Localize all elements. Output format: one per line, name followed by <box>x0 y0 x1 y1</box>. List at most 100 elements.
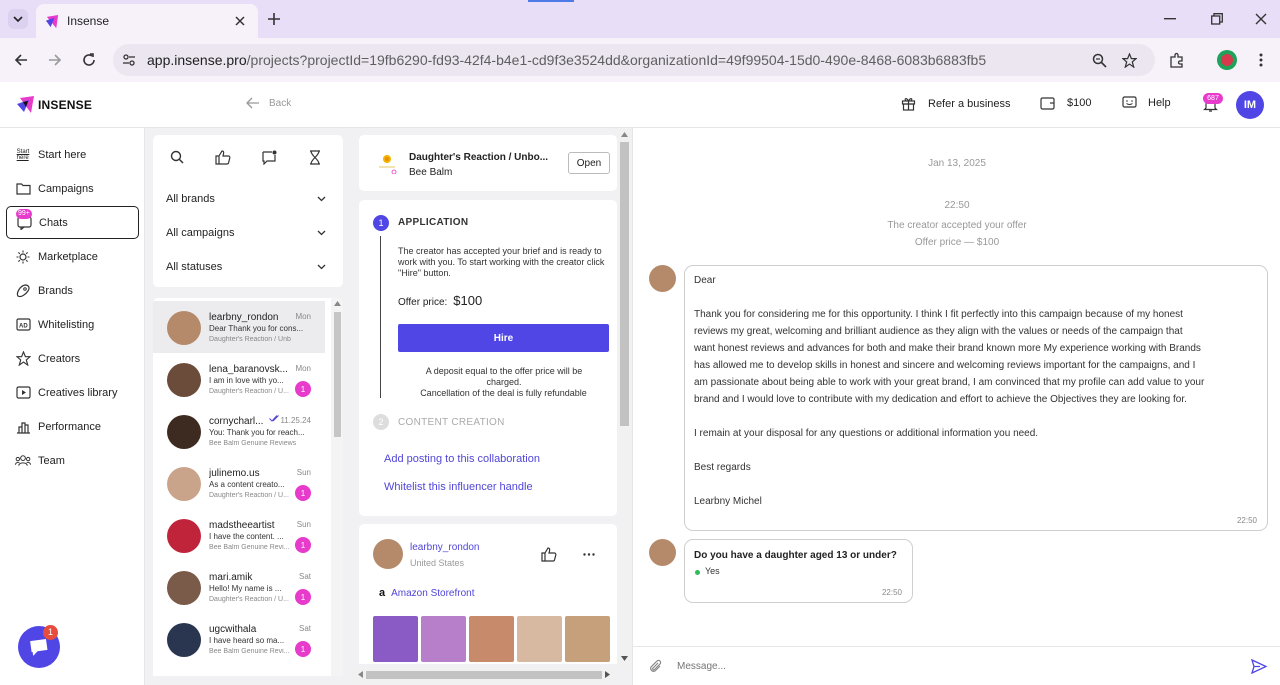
insense-favicon-icon <box>44 13 60 29</box>
omnibox[interactable]: app.insense.pro/projects?projectId=19fb6… <box>113 44 1155 76</box>
sidebar-item-start-here[interactable]: Start here Start here <box>6 138 139 171</box>
details-horizontal-scrollbar[interactable] <box>352 668 618 682</box>
chat-row[interactable]: mari.amik Sat Hello! My name is ... Daug… <box>153 561 325 613</box>
browser-tab[interactable]: Insense <box>36 4 258 38</box>
hire-button[interactable]: Hire <box>398 324 609 352</box>
step-1-number: 1 <box>373 215 389 231</box>
tab-title: Insense <box>67 14 110 28</box>
send-icon[interactable] <box>1249 656 1269 676</box>
scrollbar-thumb[interactable] <box>620 142 629 426</box>
creative-thumbnail[interactable] <box>469 616 514 662</box>
avatar <box>167 467 201 501</box>
unread-badge: 1 <box>295 589 311 605</box>
extensions-icon[interactable] <box>1166 49 1188 71</box>
campaign-details-column: Daughter's Reaction / Unbo... Bee Balm O… <box>352 128 632 685</box>
hourglass-filter-icon[interactable] <box>305 147 325 167</box>
creative-thumbnail[interactable] <box>421 616 466 662</box>
help-link[interactable]: Help <box>1122 96 1171 110</box>
campaigns-filter-select[interactable]: All campaigns <box>166 227 326 239</box>
brands-filter-select[interactable]: All brands <box>166 193 326 205</box>
message-line: Thank you for considering me for this op… <box>694 309 1183 320</box>
more-options-icon[interactable] <box>579 544 599 564</box>
message-line <box>694 408 1264 425</box>
read-check-icon <box>269 415 280 422</box>
conversation-date: Jan 13, 2025 <box>928 158 986 169</box>
chat-row[interactable]: learbny_rondon Mon Dear Thank you for co… <box>153 301 325 353</box>
chat-row[interactable]: ugcwithala Sat I have heard so ma... Bee… <box>153 613 325 665</box>
unread-filter-icon[interactable] <box>259 147 279 167</box>
chat-row[interactable]: cornycharl... 11.25.24 You: Thank you fo… <box>153 405 325 457</box>
chat-row[interactable]: lena_baranovsk... Mon I am in love with … <box>153 353 325 405</box>
sidebar-item-creators[interactable]: Creators <box>6 342 139 375</box>
scroll-right-icon <box>605 671 610 678</box>
zoom-icon[interactable] <box>1090 51 1108 69</box>
user-avatar[interactable]: IM <box>1236 91 1264 119</box>
balance-link[interactable]: $100 <box>1040 96 1091 110</box>
close-tab-icon[interactable] <box>232 13 248 29</box>
open-campaign-button[interactable]: Open <box>568 152 610 174</box>
new-tab-icon[interactable] <box>265 10 283 28</box>
creator-handle[interactable]: learbny_rondon <box>410 542 480 553</box>
scrollbar-thumb[interactable] <box>334 312 341 437</box>
tab-list-icon[interactable] <box>8 9 28 29</box>
creative-thumbnail[interactable] <box>373 616 418 662</box>
sidebar-item-campaigns[interactable]: Campaigns <box>6 172 139 205</box>
whitelist-handle-link[interactable]: Whitelist this influencer handle <box>384 481 533 493</box>
sidebar-item-team[interactable]: Team <box>6 444 139 477</box>
forward-arrow-icon[interactable] <box>45 50 65 70</box>
amazon-storefront-link[interactable]: a Amazon Storefront <box>379 587 475 599</box>
close-window-icon[interactable] <box>1251 10 1271 28</box>
cancellation-note: Cancellation of the deal is fully refund… <box>420 388 587 398</box>
sidebar: Start here Start here Campaigns Chats 99+… <box>0 128 145 685</box>
thumbs-up-filter-icon[interactable] <box>213 147 233 167</box>
sidebar-item-performance[interactable]: Performance <box>6 410 139 443</box>
minimize-icon[interactable] <box>1160 10 1180 28</box>
attachment-icon[interactable] <box>647 657 665 675</box>
sidebar-item-marketplace[interactable]: Marketplace <box>6 240 139 273</box>
bookmark-star-icon[interactable] <box>1120 51 1138 69</box>
deal-steps-card: 1 APPLICATION The creator has accepted y… <box>359 200 617 516</box>
creator-avatar <box>373 539 403 569</box>
wallet-icon <box>1040 97 1055 110</box>
chevron-down-icon <box>317 264 326 270</box>
reload-icon[interactable] <box>79 50 99 70</box>
chart-icon <box>15 419 31 435</box>
system-message-offer: Offer price — $100 <box>914 237 1000 248</box>
profile-avatar-icon[interactable] <box>1217 50 1237 70</box>
statuses-filter-select[interactable]: All statuses <box>166 261 326 273</box>
creator-card: learbny_rondon United States a Amazon St… <box>359 524 617 664</box>
search-icon[interactable] <box>167 147 187 167</box>
message-line: reviews my great, welcoming and brillian… <box>694 326 1183 337</box>
message-input[interactable] <box>677 655 1237 677</box>
deposit-note: A deposit equal to the offer price will … <box>425 366 583 387</box>
refer-business-link[interactable]: Refer a business <box>901 96 1011 111</box>
chevron-down-icon <box>317 230 326 236</box>
chat-row[interactable]: julinemo.us Sun As a content creato... D… <box>153 457 325 509</box>
details-scrollbar[interactable] <box>618 128 631 668</box>
restore-icon[interactable] <box>1207 10 1227 28</box>
message-bubble: Dear Thank you for considering me for thi… <box>684 265 1268 531</box>
creative-thumbnail[interactable] <box>517 616 562 662</box>
back-arrow-icon[interactable] <box>11 50 31 70</box>
browser-menu-icon[interactable] <box>1253 50 1269 70</box>
chat-list-scrollbar[interactable] <box>331 298 343 676</box>
thumbs-up-icon[interactable] <box>539 544 559 564</box>
chat-row[interactable]: madstheeartist Sun I have the content. .… <box>153 509 325 561</box>
add-posting-link[interactable]: Add posting to this collaboration <box>384 453 540 465</box>
sidebar-item-brands[interactable]: Brands <box>6 274 139 307</box>
message-line <box>694 476 1264 493</box>
help-chat-badge: 1 <box>43 625 58 640</box>
sun-icon <box>15 249 31 265</box>
back-link[interactable]: Back <box>246 97 291 109</box>
sidebar-item-chats[interactable]: Chats 99+ <box>6 206 139 239</box>
scrollbar-thumb[interactable] <box>366 671 602 679</box>
question-bubble: Do you have a daughter aged 13 or under?… <box>684 539 913 603</box>
creative-thumbnail[interactable] <box>565 616 610 662</box>
chat-bubble-icon <box>30 638 48 656</box>
sidebar-item-whitelisting[interactable]: AD Whitelisting <box>6 308 139 341</box>
message-line: want honest reviews and advances for bot… <box>694 343 1201 354</box>
site-info-icon[interactable] <box>121 52 137 68</box>
creator-avatar <box>649 265 676 292</box>
sidebar-item-creatives-library[interactable]: Creatives library <box>6 376 139 409</box>
message-line: I remain at your disposal for any questi… <box>694 428 1039 439</box>
